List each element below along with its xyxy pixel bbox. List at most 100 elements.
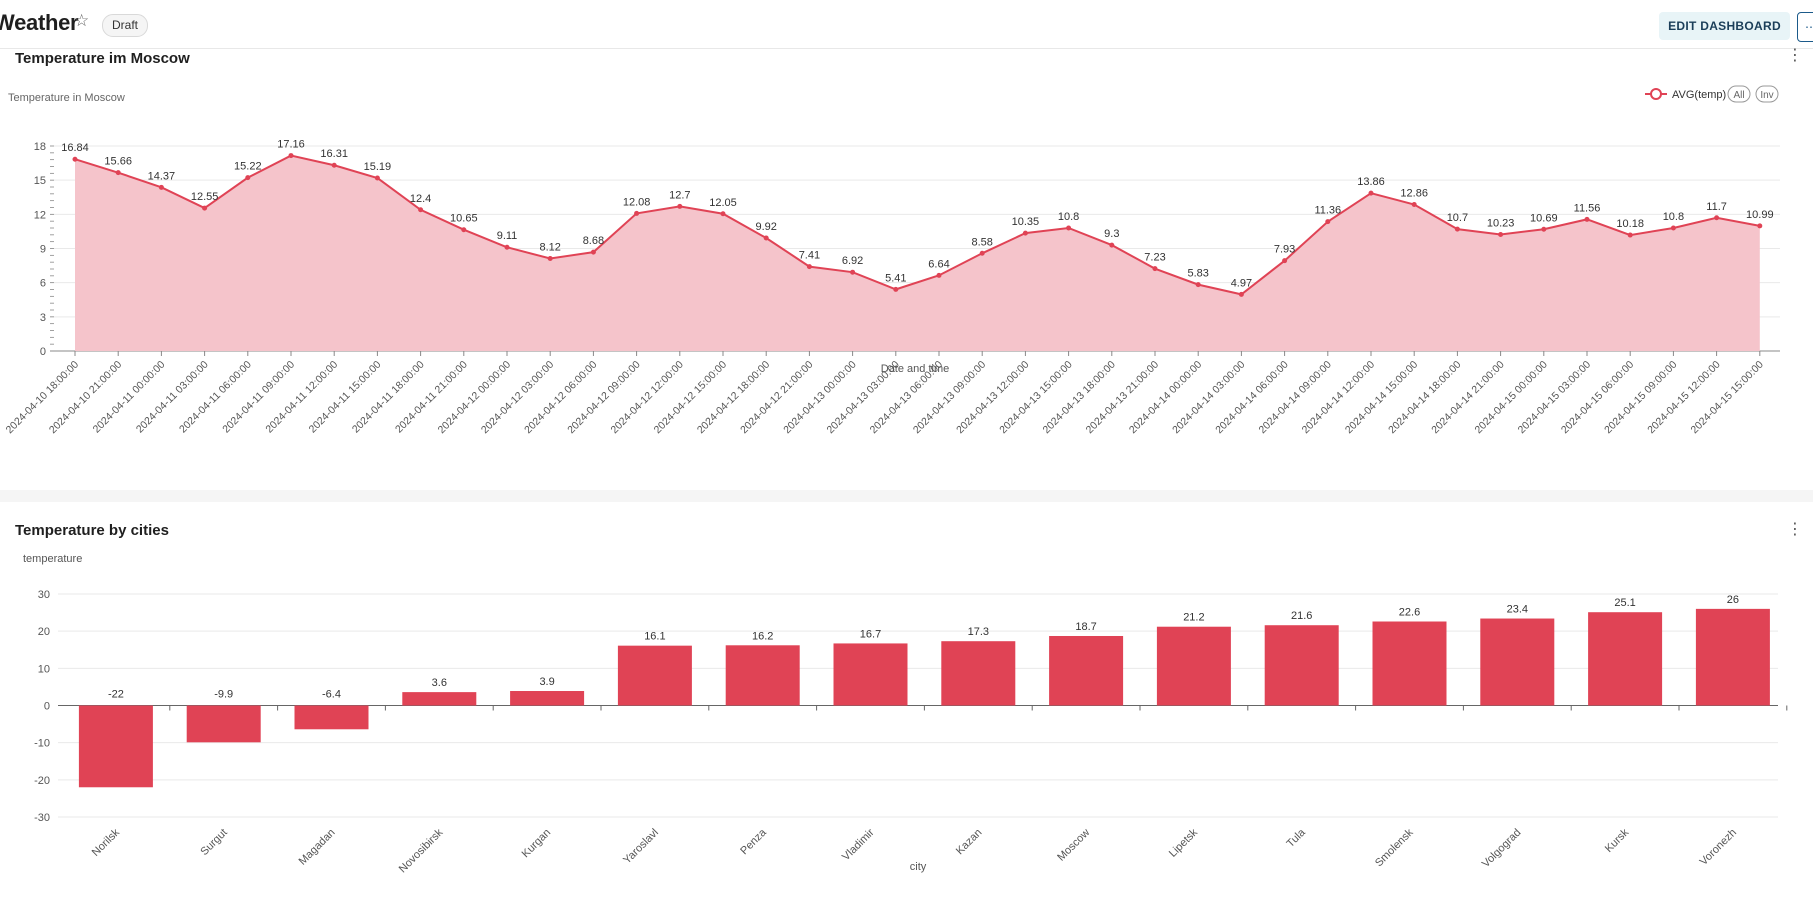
line-chart: Temperature in Moscow 0 3 6 9 12 15 18 16.84 15.6… [4,85,1780,437]
data-label: 16.31 [320,148,348,160]
x-tick-label: Kazan [954,827,985,858]
x-tick-label: Penza [738,826,769,857]
data-label: 5.41 [885,272,906,284]
x-tick-label: Novosibirsk [397,826,446,875]
x-tick-label: Lipetsk [1167,826,1200,859]
area-fill [75,155,1760,351]
y-tick-label: -10 [34,738,50,750]
x-tick-label: 2024-04-12 06:00:00 [522,359,600,437]
data-label: 21.2 [1183,612,1204,624]
data-point [504,244,510,250]
data-point [547,256,553,262]
data-label: 8.68 [583,235,604,247]
x-tick-label: Moscow [1055,827,1092,864]
x-tick-label: 2024-04-14 09:00:00 [1256,359,1334,437]
data-label: 12.86 [1400,188,1428,200]
data-label: -22 [108,689,124,701]
x-tick-label: 2024-04-10 18:00:00 [4,359,82,437]
data-point [1454,226,1460,232]
panel-divider [0,490,1813,502]
data-point [1757,223,1763,229]
data-point [979,250,985,256]
data-point [288,153,294,159]
data-point [115,170,121,176]
x-tick-label: 2024-04-14 21:00:00 [1429,359,1507,437]
x-tick-label: 2024-04-14 18:00:00 [1386,359,1464,437]
bar [1480,618,1555,706]
data-label: -9.9 [214,689,233,701]
data-point [850,269,856,275]
x-tick-label: 2024-04-11 06:00:00 [177,359,254,436]
data-label: 12.4 [410,193,431,205]
data-label: 16.2 [752,630,773,642]
y-tick-label: 30 [38,589,50,601]
data-point [1498,231,1504,237]
x-tick-label: 2024-04-12 15:00:00 [652,359,730,437]
y-tick-label: -30 [34,812,50,824]
bar [1049,635,1124,706]
data-point [158,184,164,190]
x-tick-label: Smolensk [1373,826,1416,869]
data-label: 4.97 [1231,277,1252,289]
x-tick-label: 2024-04-13 00:00:00 [781,359,859,437]
data-point [1541,226,1547,232]
data-label: 15.22 [234,161,262,173]
edit-dashboard-button[interactable]: EDIT DASHBOARD [1659,12,1790,40]
y-tick-label: 6 [40,278,46,290]
x-tick-label: Surgut [198,827,229,858]
data-point [1325,219,1331,225]
data-point [763,235,769,241]
x-axis-label: Date and time [881,363,949,375]
data-point [590,249,596,255]
x-tick-label: Vladimir [840,826,877,863]
y-tick-label: 0 [40,346,46,358]
data-label: 3.9 [539,676,554,688]
x-tick-label: 2024-04-12 21:00:00 [738,359,816,437]
y-tick-label: 20 [38,626,50,638]
data-point [1282,258,1288,264]
data-point [461,227,467,233]
data-point [720,211,726,217]
x-tick-label: 2024-04-12 12:00:00 [608,359,686,437]
data-label: 6.64 [928,258,949,270]
data-label: 10.18 [1616,218,1644,230]
x-tick-label: 2024-04-12 03:00:00 [479,359,557,437]
data-point [1066,225,1072,231]
data-label: 25.1 [1614,597,1635,609]
data-label: 8.58 [971,236,992,248]
data-label: 10.35 [1012,216,1040,228]
x-tick-label: Kursk [1603,826,1632,855]
x-tick-label: 2024-04-12 18:00:00 [695,359,773,437]
data-label: 9.3 [1104,228,1119,240]
data-label: 10.8 [1058,211,1079,223]
legend-toggle-button[interactable]: Inv [1755,85,1779,103]
data-point [1627,232,1633,238]
y-tick-label: 12 [34,209,46,221]
x-tick-label: 2024-04-13 15:00:00 [997,359,1075,437]
data-label: 18.7 [1075,621,1096,633]
y-tick-label: 18 [34,141,46,153]
legend-toggle-button[interactable]: All [1727,85,1751,103]
data-point [202,205,208,211]
data-point [72,156,78,162]
data-label: 12.05 [709,197,737,209]
more-options-button[interactable]: ⋯ [1797,12,1813,42]
dashboard-title: Weather [0,10,79,35]
x-tick-label: 2024-04-11 00:00:00 [91,359,168,436]
x-tick-label: 2024-04-14 03:00:00 [1170,359,1248,437]
bar [1264,625,1339,706]
x-tick-label: Voronezh [1698,827,1739,868]
data-label: 10.8 [1663,211,1684,223]
data-point [1152,266,1158,272]
data-label: 12.55 [191,191,219,203]
legend-toggle-label: Inv [1760,90,1773,101]
data-label: 23.4 [1507,604,1528,616]
chart-panel-moscow: Temperature im Moscow ⋮ Temperature in M… [0,48,1813,490]
dashboard-header: Weather ☆ Draft EDIT DASHBOARD ⋯ [0,0,1813,49]
x-tick-label: Norilsk [90,826,123,859]
bar [510,691,585,706]
x-tick-label: 2024-04-11 21:00:00 [393,359,470,436]
star-icon[interactable]: ☆ [74,11,94,31]
data-label: 16.84 [61,142,89,154]
data-point [634,210,640,216]
